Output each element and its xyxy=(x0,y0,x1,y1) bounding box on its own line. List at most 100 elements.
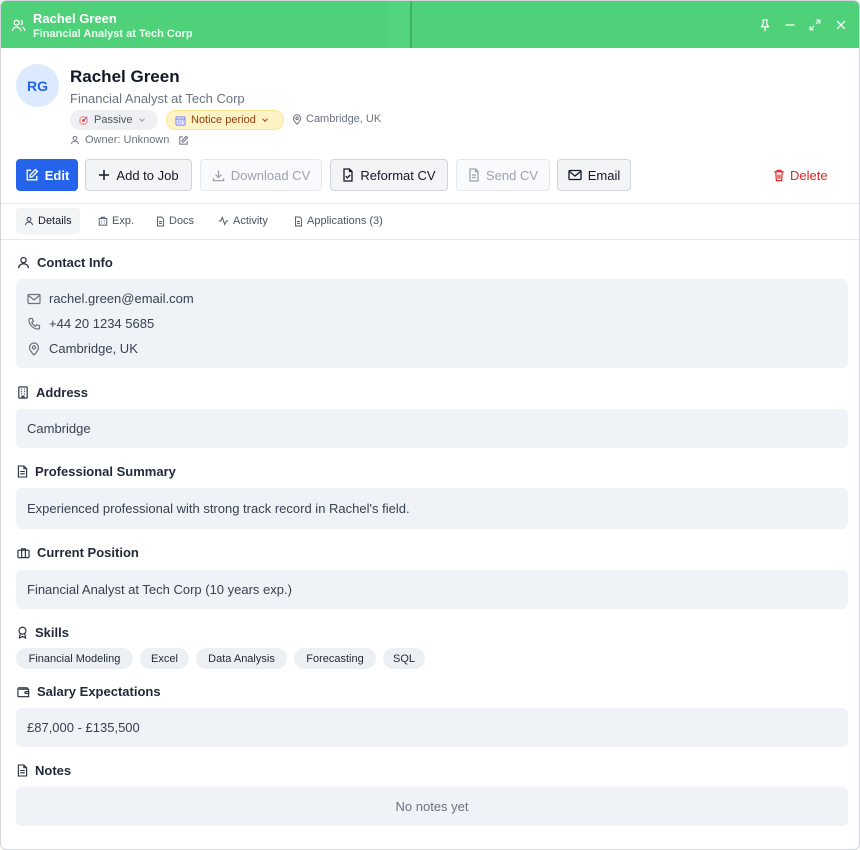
tabs-divider xyxy=(1,239,859,240)
owner-row: Owner: Unknown xyxy=(70,134,189,146)
reformat-cv-button[interactable]: Reformat CV xyxy=(330,159,448,191)
contact-info-heading: Contact Info xyxy=(17,255,113,270)
wallet-icon xyxy=(17,686,30,698)
activity-icon xyxy=(218,216,229,226)
skill-chip: SQL xyxy=(383,648,425,669)
tab-label: Applications (3) xyxy=(307,215,383,227)
contact-phone-row[interactable]: +44 20 1234 5685 xyxy=(27,316,154,331)
email-label: Email xyxy=(587,167,621,183)
download-cv-label: Download CV xyxy=(230,167,311,183)
skill-chip: Financial Modeling xyxy=(16,648,133,669)
window-title: Rachel Green xyxy=(33,11,117,26)
notes-heading: Notes xyxy=(17,763,71,778)
title-bar-drag-region xyxy=(387,1,411,48)
trash-icon xyxy=(773,169,785,182)
chevron-down-icon xyxy=(138,116,146,124)
close-icon[interactable] xyxy=(833,17,849,33)
candidate-name: Rachel Green xyxy=(70,67,180,86)
current-position-heading: Current Position xyxy=(17,545,139,560)
document-icon xyxy=(156,216,165,227)
tab-activity[interactable]: Activity xyxy=(210,208,276,234)
notes-box: No notes yet xyxy=(16,787,848,826)
tab-label: Activity xyxy=(233,215,268,227)
tab-label: Exp. xyxy=(112,215,135,227)
owner-text: Owner: Unknown xyxy=(85,134,170,146)
availability-dropdown[interactable]: Notice period xyxy=(166,110,284,130)
document-icon xyxy=(294,216,303,227)
edit-owner-icon[interactable] xyxy=(178,135,189,146)
candidate-window: Rachel Green Financial Analyst at Tech C… xyxy=(0,0,860,850)
map-pin-icon xyxy=(292,113,302,125)
notes-empty-state: No notes yet xyxy=(395,799,469,814)
tab-experience[interactable]: Exp. xyxy=(90,208,142,234)
calendar-icon xyxy=(175,115,186,126)
file-text-icon xyxy=(468,168,480,182)
person-icon xyxy=(70,135,80,145)
skill-chip: Forecasting xyxy=(294,648,376,669)
candidate-location: Cambridge, UK xyxy=(292,113,381,125)
plus-icon xyxy=(98,169,110,181)
person-icon xyxy=(17,256,30,269)
chevron-down-icon xyxy=(261,116,269,124)
address-heading: Address xyxy=(17,385,88,400)
reformat-cv-label: Reformat CV xyxy=(360,167,436,183)
salary-expectations-value: £87,000 - £135,500 xyxy=(27,720,140,735)
professional-summary-box: Experienced professional with strong tra… xyxy=(16,488,848,529)
minimize-icon[interactable] xyxy=(782,17,798,33)
avatar: RG xyxy=(16,64,59,107)
candidate-title: Financial Analyst at Tech Corp xyxy=(70,91,245,106)
send-cv-label: Send CV xyxy=(485,167,539,183)
contact-email-row[interactable]: rachel.green@email.com xyxy=(27,291,194,306)
document-icon xyxy=(17,465,28,478)
contact-email: rachel.green@email.com xyxy=(49,291,194,306)
address-value: Cambridge xyxy=(27,421,91,436)
send-cv-button[interactable]: Send CV xyxy=(456,159,550,191)
skill-chip: Excel xyxy=(140,648,189,669)
briefcase-icon xyxy=(17,547,30,559)
status-label: Passive xyxy=(94,114,133,126)
tab-details[interactable]: Details xyxy=(16,208,80,234)
add-to-job-label: Add to Job xyxy=(116,167,179,183)
edit-button[interactable]: Edit xyxy=(16,159,78,191)
delete-button[interactable]: Delete xyxy=(773,159,845,191)
award-icon xyxy=(17,626,28,639)
professional-summary-heading: Professional Summary xyxy=(17,464,176,479)
title-bar[interactable]: Rachel Green Financial Analyst at Tech C… xyxy=(1,1,859,48)
maximize-icon[interactable] xyxy=(807,17,823,33)
target-icon xyxy=(78,115,89,126)
salary-expectations-heading: Salary Expectations xyxy=(17,684,161,699)
edit-icon xyxy=(25,168,39,182)
current-position-value: Financial Analyst at Tech Corp (10 years… xyxy=(27,582,292,597)
map-pin-icon xyxy=(27,341,41,356)
contact-info-box: rachel.green@email.com +44 20 1234 5685 … xyxy=(16,279,848,368)
skill-chip: Data Analysis xyxy=(196,648,287,669)
tab-label: Docs xyxy=(169,215,195,227)
address-box: Cambridge xyxy=(16,409,848,448)
header-divider xyxy=(1,203,859,204)
salary-expectations-box: £87,000 - £135,500 xyxy=(16,708,848,747)
download-cv-button[interactable]: Download CV xyxy=(200,159,322,191)
skills-heading: Skills xyxy=(17,625,69,640)
edit-label: Edit xyxy=(44,167,70,183)
contact-phone: +44 20 1234 5685 xyxy=(49,316,155,331)
phone-icon xyxy=(27,317,41,331)
mail-icon xyxy=(568,169,582,181)
person-icon xyxy=(24,216,34,226)
pin-icon[interactable] xyxy=(757,17,773,33)
tab-label: Details xyxy=(38,215,72,227)
tab-applications[interactable]: Applications (3) xyxy=(286,208,391,234)
professional-summary-value: Experienced professional with strong tra… xyxy=(27,501,410,516)
current-position-box: Financial Analyst at Tech Corp (10 years… xyxy=(16,570,848,609)
users-icon xyxy=(11,18,26,33)
file-check-icon xyxy=(342,168,354,182)
title-bar-separator xyxy=(410,1,412,48)
tab-docs[interactable]: Docs xyxy=(148,208,202,234)
building-icon xyxy=(98,216,108,226)
document-icon xyxy=(17,764,28,777)
add-to-job-button[interactable]: Add to Job xyxy=(85,159,192,191)
contact-location-row: Cambridge, UK xyxy=(27,341,138,356)
availability-label: Notice period xyxy=(191,114,256,126)
status-dropdown[interactable]: Passive xyxy=(70,110,158,130)
email-button[interactable]: Email xyxy=(557,159,631,191)
delete-label: Delete xyxy=(790,167,828,183)
